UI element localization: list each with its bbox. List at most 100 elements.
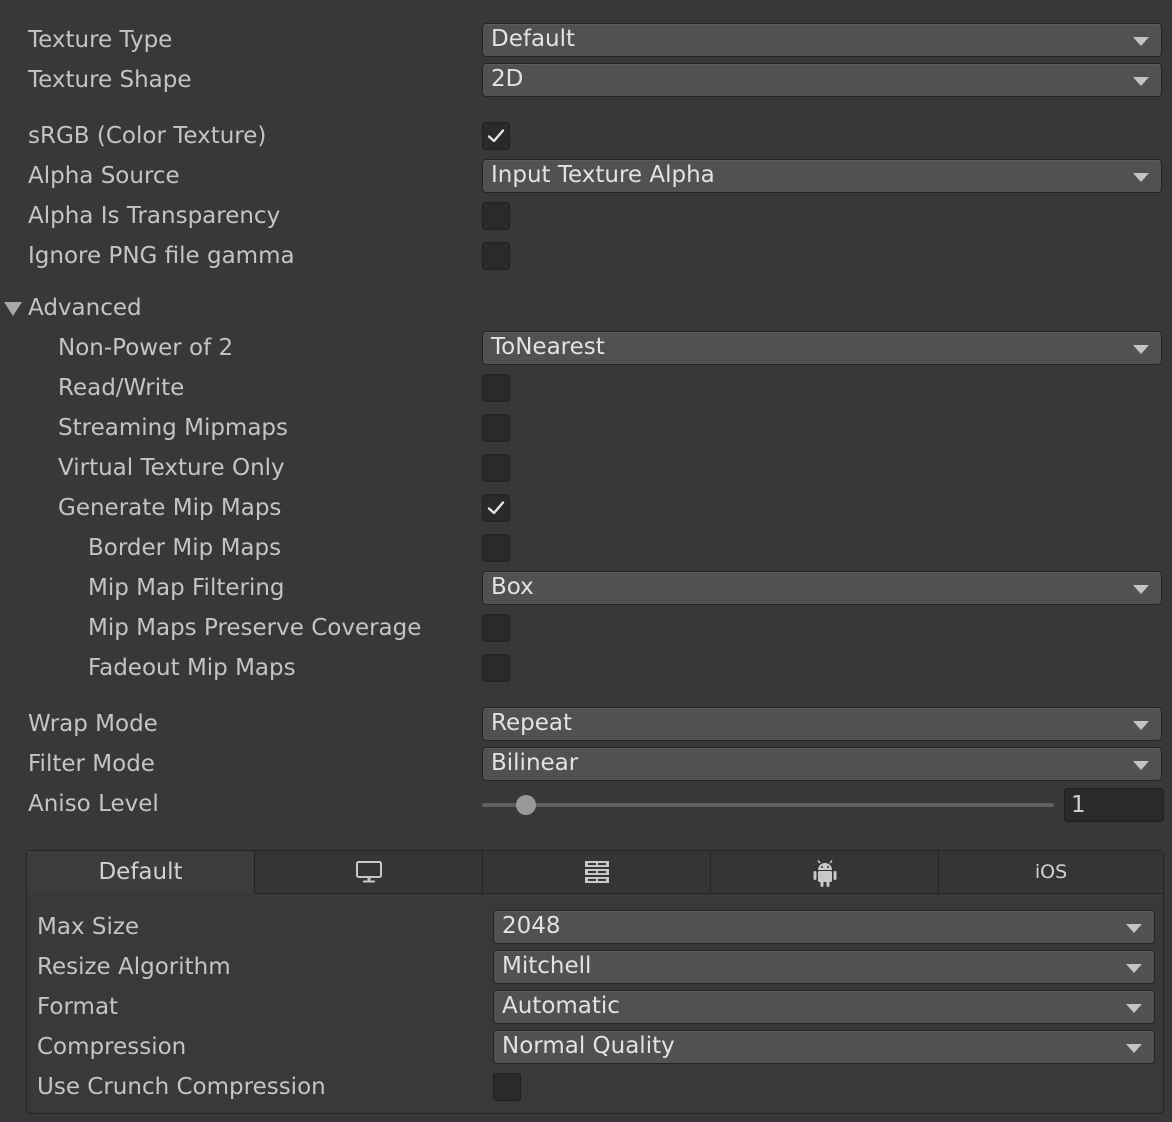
texture-shape-label: Texture Shape	[28, 67, 192, 93]
texture-type-label: Texture Type	[28, 27, 173, 53]
chevron-down-icon	[1126, 924, 1142, 933]
texture-type-row: Texture Type Default	[0, 20, 1172, 60]
alpha-source-value: Input Texture Alpha	[491, 162, 715, 188]
texture-shape-dropdown[interactable]: 2D	[482, 63, 1162, 97]
mip-maps-preserve-coverage-label: Mip Maps Preserve Coverage	[88, 615, 422, 641]
chevron-down-icon	[1126, 1044, 1142, 1053]
texture-import-settings: Texture Type Default Texture Shape 2D sR…	[0, 0, 1172, 1122]
aniso-level-input[interactable]: 1	[1064, 788, 1164, 822]
wrap-mode-label: Wrap Mode	[28, 711, 158, 737]
read-write-row: Read/Write	[0, 368, 1172, 408]
foldout-arrow-icon[interactable]	[4, 302, 22, 316]
alpha-is-transparency-label: Alpha Is Transparency	[28, 203, 281, 229]
streaming-mipmaps-checkbox[interactable]	[482, 414, 510, 442]
srgb-checkbox[interactable]	[482, 122, 510, 150]
tab-standalone[interactable]	[255, 851, 483, 894]
wrap-mode-row: Wrap Mode Repeat	[0, 704, 1172, 744]
alpha-is-transparency-checkbox[interactable]	[482, 202, 510, 230]
monitor-icon	[355, 860, 383, 888]
generate-mip-maps-checkbox[interactable]	[482, 494, 510, 522]
mip-maps-preserve-coverage-row: Mip Maps Preserve Coverage	[0, 608, 1172, 648]
aniso-level-slider-thumb[interactable]	[516, 795, 536, 815]
aniso-level-label: Aniso Level	[28, 791, 159, 817]
filter-mode-label: Filter Mode	[28, 751, 155, 777]
read-write-label: Read/Write	[58, 375, 185, 401]
resize-algorithm-row: Resize Algorithm Mitchell	[27, 947, 1163, 987]
compression-row: Compression Normal Quality	[27, 1027, 1163, 1067]
format-label: Format	[37, 994, 119, 1020]
non-power-of-2-value: ToNearest	[491, 334, 605, 360]
mip-map-filtering-dropdown[interactable]: Box	[482, 571, 1162, 605]
filter-mode-row: Filter Mode Bilinear	[0, 744, 1172, 784]
border-mip-maps-checkbox[interactable]	[482, 534, 510, 562]
use-crunch-checkbox[interactable]	[493, 1073, 521, 1101]
tab-android[interactable]	[711, 851, 939, 894]
mip-map-filtering-row: Mip Map Filtering Box	[0, 568, 1172, 608]
chevron-down-icon	[1133, 761, 1149, 770]
fadeout-mip-maps-row: Fadeout Mip Maps	[0, 648, 1172, 688]
srgb-label: sRGB (Color Texture)	[28, 123, 267, 149]
border-mip-maps-row: Border Mip Maps	[0, 528, 1172, 568]
fadeout-mip-maps-checkbox[interactable]	[482, 654, 510, 682]
non-power-of-2-row: Non-Power of 2 ToNearest	[0, 328, 1172, 368]
mip-map-filtering-label: Mip Map Filtering	[88, 575, 285, 601]
aniso-level-value: 1	[1071, 792, 1086, 818]
tab-server[interactable]	[483, 851, 711, 894]
format-row: Format Automatic	[27, 987, 1163, 1027]
compression-label: Compression	[37, 1034, 187, 1060]
advanced-foldout[interactable]: Advanced	[0, 288, 1172, 328]
srgb-row: sRGB (Color Texture)	[0, 116, 1172, 156]
filter-mode-dropdown[interactable]: Bilinear	[482, 747, 1162, 781]
texture-shape-row: Texture Shape 2D	[0, 60, 1172, 100]
texture-shape-value: 2D	[491, 66, 524, 92]
chevron-down-icon	[1133, 37, 1149, 46]
mip-maps-preserve-coverage-checkbox[interactable]	[482, 614, 510, 642]
non-power-of-2-label: Non-Power of 2	[58, 335, 234, 361]
ignore-png-gamma-checkbox[interactable]	[482, 242, 510, 270]
texture-type-dropdown[interactable]: Default	[482, 23, 1162, 57]
compression-dropdown[interactable]: Normal Quality	[493, 1030, 1155, 1064]
chevron-down-icon	[1133, 721, 1149, 730]
border-mip-maps-label: Border Mip Maps	[88, 535, 282, 561]
advanced-label: Advanced	[28, 295, 142, 321]
max-size-row: Max Size 2048	[27, 907, 1163, 947]
virtual-texture-only-label: Virtual Texture Only	[58, 455, 285, 481]
chevron-down-icon	[1133, 345, 1149, 354]
ignore-png-gamma-label: Ignore PNG file gamma	[28, 243, 295, 269]
tab-ios[interactable]: iOS	[939, 851, 1163, 894]
max-size-value: 2048	[502, 913, 561, 939]
mip-map-filtering-value: Box	[491, 574, 534, 600]
wrap-mode-value: Repeat	[491, 710, 572, 736]
chevron-down-icon	[1126, 1004, 1142, 1013]
aniso-level-slider-track[interactable]	[482, 803, 1054, 807]
checkmark-icon	[487, 501, 505, 515]
server-rack-icon	[584, 860, 610, 888]
use-crunch-label: Use Crunch Compression	[37, 1074, 326, 1100]
alpha-is-transparency-row: Alpha Is Transparency	[0, 196, 1172, 236]
format-dropdown[interactable]: Automatic	[493, 990, 1155, 1024]
use-crunch-row: Use Crunch Compression	[27, 1067, 1163, 1107]
virtual-texture-only-row: Virtual Texture Only	[0, 448, 1172, 488]
non-power-of-2-dropdown[interactable]: ToNearest	[482, 331, 1162, 365]
streaming-mipmaps-label: Streaming Mipmaps	[58, 415, 289, 441]
resize-algorithm-dropdown[interactable]: Mitchell	[493, 950, 1155, 984]
streaming-mipmaps-row: Streaming Mipmaps	[0, 408, 1172, 448]
read-write-checkbox[interactable]	[482, 374, 510, 402]
tab-default-label: Default	[98, 859, 183, 885]
alpha-source-dropdown[interactable]: Input Texture Alpha	[482, 159, 1162, 193]
tab-default[interactable]: Default	[27, 851, 255, 894]
wrap-mode-dropdown[interactable]: Repeat	[482, 707, 1162, 741]
checkmark-icon	[487, 129, 505, 143]
texture-type-value: Default	[491, 26, 576, 52]
alpha-source-label: Alpha Source	[28, 163, 180, 189]
format-value: Automatic	[502, 993, 620, 1019]
chevron-down-icon	[1133, 77, 1149, 86]
fadeout-mip-maps-label: Fadeout Mip Maps	[88, 655, 296, 681]
max-size-dropdown[interactable]: 2048	[493, 910, 1155, 944]
platform-tabs: Default iOS	[27, 851, 1163, 894]
resize-algorithm-label: Resize Algorithm	[37, 954, 231, 980]
platform-settings-panel: Default iOS Max Size 2048 Resize Algorit…	[26, 850, 1164, 1114]
compression-value: Normal Quality	[502, 1033, 675, 1059]
ignore-png-gamma-row: Ignore PNG file gamma	[0, 236, 1172, 276]
virtual-texture-only-checkbox[interactable]	[482, 454, 510, 482]
